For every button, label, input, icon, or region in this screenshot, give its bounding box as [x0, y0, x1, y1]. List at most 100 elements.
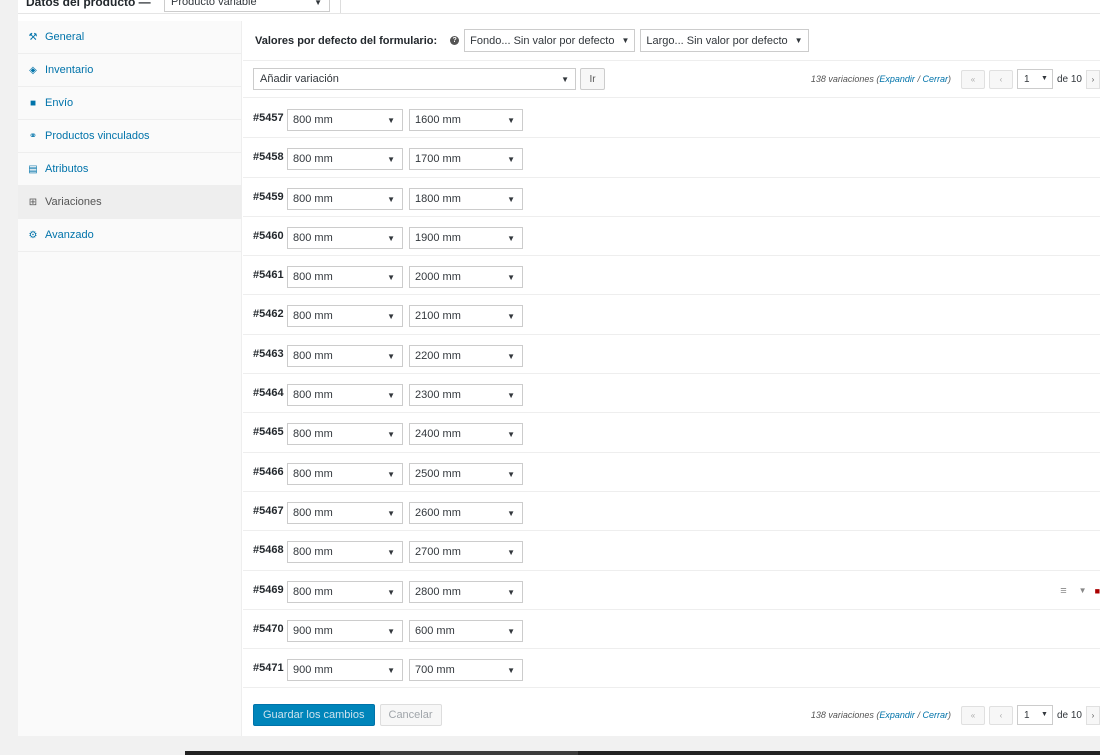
- largo-select[interactable]: 2000 mm ▼: [409, 266, 523, 289]
- fondo-select[interactable]: 800 mm ▼: [287, 187, 403, 210]
- drag-handle-icon[interactable]: ≡: [1060, 585, 1066, 597]
- variation-row[interactable]: #5457 800 mm ▼ 1600 mm ▼: [243, 99, 1100, 139]
- variation-row[interactable]: #5460 800 mm ▼ 1900 mm ▼: [243, 217, 1100, 257]
- fondo-select[interactable]: 800 mm ▼: [287, 305, 403, 328]
- largo-value: 600 mm: [415, 624, 455, 637]
- fondo-select[interactable]: 900 mm ▼: [287, 619, 403, 642]
- fondo-select[interactable]: 800 mm ▼: [287, 344, 403, 367]
- list-icon: ▤: [28, 163, 38, 175]
- chevron-down-icon: ▼: [507, 312, 515, 322]
- largo-select[interactable]: 700 mm ▼: [409, 659, 523, 682]
- largo-select[interactable]: 1900 mm ▼: [409, 226, 523, 249]
- fondo-select[interactable]: 800 mm ▼: [287, 109, 403, 131]
- variation-row[interactable]: #5465 800 mm ▼ 2400 mm ▼: [243, 413, 1100, 453]
- variation-row[interactable]: #5471 900 mm ▼ 700 mm ▼: [243, 649, 1100, 689]
- chevron-down-icon: ▼: [561, 75, 569, 84]
- pagination-top: 138 variaciones (Expandir / Cerrar) « ‹ …: [811, 69, 1100, 89]
- chevron-down-icon: ▼: [507, 273, 515, 283]
- remove-icon[interactable]: ■: [1095, 586, 1100, 596]
- largo-select[interactable]: 2400 mm ▼: [409, 423, 523, 446]
- largo-select[interactable]: 2800 mm ▼: [409, 580, 523, 603]
- variation-row[interactable]: #5467 800 mm ▼ 2600 mm ▼: [243, 492, 1100, 532]
- largo-value: 2300 mm: [415, 389, 461, 402]
- fondo-value: 800 mm: [293, 506, 333, 519]
- go-button[interactable]: Ir: [580, 68, 605, 90]
- fondo-select[interactable]: 800 mm ▼: [287, 148, 403, 171]
- tab-productos-vinculados[interactable]: ⚭ Productos vinculados: [18, 120, 241, 153]
- fondo-value: 800 mm: [293, 428, 333, 441]
- first-page-button[interactable]: «: [960, 69, 985, 89]
- tab-avanzado[interactable]: ⚙ Avanzado: [18, 219, 241, 252]
- variation-row[interactable]: #5462 800 mm ▼ 2100 mm ▼: [243, 295, 1100, 335]
- tag-icon: ◈: [29, 64, 37, 76]
- pagination-bottom: 138 variaciones (Expandir / Cerrar) « ‹ …: [811, 705, 1100, 725]
- help-icon[interactable]: ?: [450, 36, 460, 45]
- largo-select[interactable]: 1700 mm ▼: [409, 148, 523, 171]
- product-data-panel: ⚒ General ◈ Inventario ■ Envío ⚭ Productos vinc…: [18, 14, 1100, 736]
- cancel-button[interactable]: Cancelar: [379, 704, 442, 726]
- chevron-down-icon: ▼: [387, 233, 395, 243]
- tab-atributos[interactable]: ▤ Atributos: [18, 153, 241, 186]
- fondo-select[interactable]: 800 mm ▼: [287, 384, 403, 407]
- close-link[interactable]: Cerrar: [922, 710, 948, 720]
- next-page-button[interactable]: ›: [1086, 705, 1100, 725]
- largo-select[interactable]: 2300 mm ▼: [409, 384, 523, 407]
- largo-select[interactable]: 2500 mm ▼: [409, 462, 523, 485]
- largo-select[interactable]: 600 mm ▼: [409, 619, 523, 642]
- largo-value: 1700 mm: [415, 153, 461, 166]
- largo-select[interactable]: 1800 mm ▼: [409, 187, 523, 210]
- tab-variaciones[interactable]: ⊞ Variaciones: [18, 186, 241, 219]
- tab-general[interactable]: ⚒ General: [18, 21, 241, 54]
- largo-select[interactable]: 2200 mm ▼: [409, 344, 523, 367]
- product-data-header: Datos del producto — Producto variable ▼: [18, 0, 1100, 14]
- fondo-select[interactable]: 900 mm ▼: [287, 659, 403, 682]
- page-select[interactable]: 1 ▼: [1016, 69, 1053, 89]
- fondo-select[interactable]: 800 mm ▼: [287, 226, 403, 249]
- largo-select[interactable]: 1600 mm ▼: [409, 109, 523, 131]
- variations-footer: Guardar los cambios Cancelar 138 variaci…: [243, 695, 1100, 735]
- fondo-select[interactable]: 800 mm ▼: [287, 580, 403, 603]
- fondo-select[interactable]: 800 mm ▼: [287, 423, 403, 446]
- variation-row[interactable]: #5466 800 mm ▼ 2500 mm ▼: [243, 453, 1100, 492]
- prev-page-button[interactable]: ‹: [988, 705, 1013, 725]
- tab-inventario[interactable]: ◈ Inventario: [18, 54, 241, 87]
- fondo-select[interactable]: 800 mm ▼: [287, 266, 403, 289]
- tab-env-o[interactable]: ■ Envío: [18, 87, 241, 120]
- default-fondo-select[interactable]: Fondo... Sin valor por defecto ▼: [464, 29, 636, 52]
- chevron-down-icon: ▼: [387, 116, 395, 125]
- first-page-button[interactable]: «: [960, 705, 985, 725]
- save-changes-button[interactable]: Guardar los cambios: [253, 704, 375, 726]
- variation-row[interactable]: #5464 800 mm ▼ 2300 mm ▼: [243, 374, 1100, 414]
- fondo-select[interactable]: 800 mm ▼: [287, 501, 403, 524]
- variation-row[interactable]: #5459 800 mm ▼ 1800 mm ▼: [243, 178, 1100, 217]
- chevron-down-icon: ▼: [507, 666, 515, 676]
- variation-row[interactable]: #5469 800 mm ▼ 2800 mm ▼ ≡ ▼ ■: [243, 571, 1100, 610]
- variation-row[interactable]: #5468 800 mm ▼ 2700 mm ▼: [243, 531, 1100, 571]
- variation-row[interactable]: #5458 800 mm ▼ 1700 mm ▼: [243, 138, 1100, 178]
- divider: [340, 0, 341, 13]
- close-link[interactable]: Cerrar: [922, 74, 948, 84]
- fondo-select[interactable]: 800 mm ▼: [287, 541, 403, 564]
- add-variation-select[interactable]: Añadir variación ▼: [253, 68, 576, 90]
- chevron-down-icon: ▼: [507, 548, 515, 558]
- largo-select[interactable]: 2700 mm ▼: [409, 541, 523, 564]
- page-value: 1: [1023, 709, 1030, 721]
- variations-count: 138 variaciones (Expandir / Cerrar): [810, 74, 951, 84]
- variation-row[interactable]: #5470 900 mm ▼ 600 mm ▼: [243, 610, 1100, 650]
- default-largo-select[interactable]: Largo... Sin valor por defecto ▼: [640, 29, 809, 52]
- toggle-arrow-icon[interactable]: ▼: [1079, 586, 1087, 595]
- next-page-button[interactable]: ›: [1086, 69, 1100, 89]
- product-type-select[interactable]: Producto variable ▼: [164, 0, 330, 12]
- variations-toolbar: Añadir variación ▼ Ir 138 variaciones (E…: [243, 61, 1100, 98]
- variation-row[interactable]: #5461 800 mm ▼ 2000 mm ▼: [243, 256, 1100, 296]
- fondo-select[interactable]: 800 mm ▼: [287, 462, 403, 485]
- expand-link[interactable]: Expandir: [879, 74, 915, 84]
- expand-link[interactable]: Expandir: [879, 710, 915, 720]
- largo-select[interactable]: 2600 mm ▼: [409, 501, 523, 524]
- tab-label: General: [45, 31, 85, 43]
- variation-row[interactable]: #5463 800 mm ▼ 2200 mm ▼: [243, 335, 1100, 375]
- chevron-down-icon: ▼: [507, 508, 515, 518]
- prev-page-button[interactable]: ‹: [988, 69, 1013, 89]
- largo-select[interactable]: 2100 mm ▼: [409, 305, 523, 328]
- page-select[interactable]: 1 ▼: [1016, 705, 1053, 725]
